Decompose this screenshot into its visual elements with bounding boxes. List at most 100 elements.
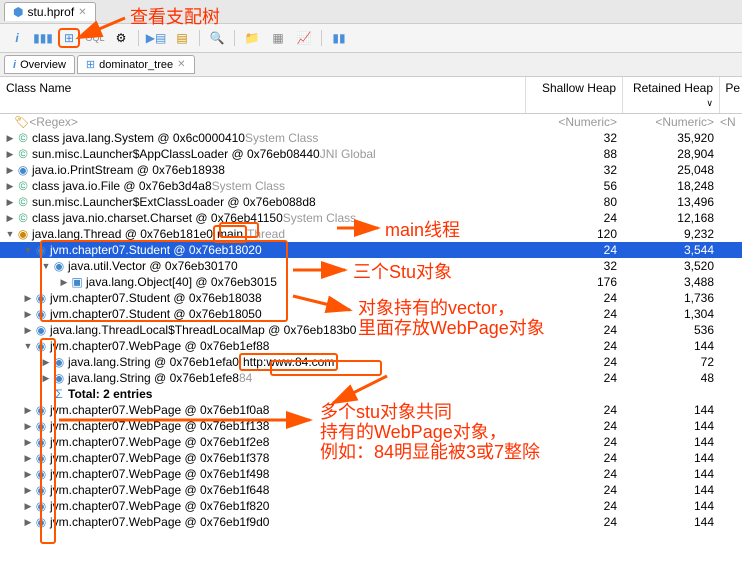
retained-value: 48	[623, 371, 720, 385]
row-label: jvm.chapter07.Student @ 0x76eb18020	[50, 243, 262, 257]
separator	[199, 30, 200, 46]
expander-icon[interactable]: ▶	[22, 309, 34, 320]
expander-icon[interactable]: ▶	[22, 293, 34, 304]
expander-icon[interactable]: ▶	[22, 517, 34, 528]
expander-icon[interactable]: ▶	[4, 181, 16, 192]
row-label: jvm.chapter07.WebPage @ 0x76eb1f2e8	[50, 435, 269, 449]
expander-icon[interactable]: ▼	[22, 341, 34, 351]
table-row[interactable]: ▶◉java.lang.String @ 0x76eb1efe8 842448	[0, 370, 742, 386]
expander-icon[interactable]: ▶	[40, 373, 52, 384]
shallow-value: 24	[526, 483, 623, 497]
shallow-value: 32	[526, 131, 623, 145]
object-icon: ◉	[52, 355, 66, 369]
search-button[interactable]: 🔍	[206, 28, 228, 48]
table-row[interactable]: ▶◉jvm.chapter07.Student @ 0x76eb18038241…	[0, 290, 742, 306]
table-row[interactable]: ΣTotal: 2 entries	[0, 386, 742, 402]
expander-icon[interactable]: ▼	[40, 261, 52, 271]
object-icon: ◉	[34, 323, 48, 337]
object-icon: ◉	[34, 515, 48, 529]
shallow-value: 24	[526, 419, 623, 433]
expander-icon[interactable]: ▶	[4, 133, 16, 144]
folder-button[interactable]: 📁	[241, 28, 263, 48]
table-row[interactable]: ▶◉jvm.chapter07.WebPage @ 0x76eb1f378241…	[0, 450, 742, 466]
tab-dominator[interactable]: ⊞ dominator_tree ✕	[77, 55, 195, 74]
expander-icon[interactable]: ▶	[22, 501, 34, 512]
object-icon: Σ	[52, 387, 66, 401]
retained-value: 25,048	[623, 163, 720, 177]
chart-button[interactable]: 📈	[293, 28, 315, 48]
table-row[interactable]: ▶◉jvm.chapter07.WebPage @ 0x76eb1f138241…	[0, 418, 742, 434]
table-row[interactable]: ▶©class java.nio.charset.Charset @ 0x76e…	[0, 210, 742, 226]
table-row[interactable]: ▶©sun.misc.Launcher$ExtClassLoader @ 0x7…	[0, 194, 742, 210]
oql-button[interactable]: OQL	[84, 28, 106, 48]
close-icon[interactable]: ✕	[78, 7, 86, 18]
filter-button[interactable]: ▤	[171, 28, 193, 48]
shallow-value: 88	[526, 147, 623, 161]
expander-icon[interactable]: ▼	[22, 245, 34, 255]
expander-icon[interactable]: ▶	[4, 149, 16, 160]
close-icon[interactable]: ✕	[177, 59, 185, 70]
expander-icon[interactable]: ▶	[4, 197, 16, 208]
table-row[interactable]: ▶◉java.lang.ThreadLocal$ThreadLocalMap @…	[0, 322, 742, 338]
table-row[interactable]: ▶◉jvm.chapter07.Student @ 0x76eb18050241…	[0, 306, 742, 322]
table-row[interactable]: ▼◉java.lang.Thread @ 0x76eb181e0 main Th…	[0, 226, 742, 242]
shallow-value: 80	[526, 195, 623, 209]
calc-button[interactable]: ▦	[267, 28, 289, 48]
table-body[interactable]: 🏷 <Regex> <Numeric> <Numeric> <N ▶©class…	[0, 114, 742, 570]
table-row[interactable]: ▶©class java.io.File @ 0x76eb3d4a8 Syste…	[0, 178, 742, 194]
shallow-value: 24	[526, 291, 623, 305]
regex-row[interactable]: 🏷 <Regex> <Numeric> <Numeric> <N	[0, 114, 742, 130]
expander-icon[interactable]: ▼	[4, 229, 16, 239]
expander-icon[interactable]: ▶	[22, 405, 34, 416]
run-button[interactable]: ▶▤	[145, 28, 167, 48]
expander-icon[interactable]: ▶	[22, 453, 34, 464]
dominator-tree-button[interactable]: ⊞	[58, 28, 80, 48]
retained-value: 3,544	[623, 243, 720, 257]
shallow-value: 24	[526, 371, 623, 385]
object-icon: ◉	[16, 227, 30, 241]
file-tab[interactable]: ⬢ stu.hprof ✕	[4, 2, 96, 21]
table-row[interactable]: ▶◉java.lang.String @ 0x76eb1efa0 http:ww…	[0, 354, 742, 370]
col-pe[interactable]: Pe	[720, 77, 742, 113]
col-classname[interactable]: Class Name	[0, 77, 526, 113]
object-icon: ◉	[34, 435, 48, 449]
row-label: class java.nio.charset.Charset @ 0x76eb4…	[32, 211, 283, 225]
table-row[interactable]: ▶©sun.misc.Launcher$AppClassLoader @ 0x7…	[0, 146, 742, 162]
retained-value: 144	[623, 499, 720, 513]
table-row[interactable]: ▶◉jvm.chapter07.WebPage @ 0x76eb1f0a8241…	[0, 402, 742, 418]
expander-icon[interactable]: ▶	[4, 165, 16, 176]
expander-icon[interactable]: ▶	[4, 213, 16, 224]
shallow-value: 24	[526, 323, 623, 337]
row-label: jvm.chapter07.WebPage @ 0x76eb1f0a8	[50, 403, 269, 417]
table-row[interactable]: ▶◉jvm.chapter07.WebPage @ 0x76eb1f498241…	[0, 466, 742, 482]
expander-icon[interactable]: ▶	[22, 421, 34, 432]
histogram-button[interactable]: ▮▮▮	[32, 28, 54, 48]
info-button[interactable]: i	[6, 28, 28, 48]
table-row[interactable]: ▶◉jvm.chapter07.WebPage @ 0x76eb1f820241…	[0, 498, 742, 514]
expander-icon[interactable]: ▶	[22, 437, 34, 448]
shallow-value: 24	[526, 467, 623, 481]
row-label: java.lang.ThreadLocal$ThreadLocalMap @ 0…	[50, 323, 356, 337]
gear-button[interactable]: ⚙	[110, 28, 132, 48]
table-row[interactable]: ▶◉jvm.chapter07.WebPage @ 0x76eb1f648241…	[0, 482, 742, 498]
bars-button[interactable]: ▮▮	[328, 28, 350, 48]
expander-icon[interactable]: ▶	[58, 277, 70, 288]
row-label: jvm.chapter07.WebPage @ 0x76eb1f820	[50, 499, 269, 513]
info-icon: i	[13, 59, 16, 71]
expander-icon[interactable]: ▶	[22, 469, 34, 480]
col-shallow[interactable]: Shallow Heap	[526, 77, 623, 113]
col-retained[interactable]: Retained Heap ∨	[623, 77, 720, 113]
expander-icon[interactable]: ▶	[22, 485, 34, 496]
table-row[interactable]: ▶©class java.lang.System @ 0x6c0000410 S…	[0, 130, 742, 146]
expander-icon[interactable]: ▶	[40, 357, 52, 368]
table-row[interactable]: ▶◉jvm.chapter07.WebPage @ 0x76eb1f2e8241…	[0, 434, 742, 450]
table-row[interactable]: ▼◉jvm.chapter07.WebPage @ 0x76eb1ef88241…	[0, 338, 742, 354]
table-row[interactable]: ▼◉jvm.chapter07.Student @ 0x76eb18020243…	[0, 242, 742, 258]
table-row[interactable]: ▶◉java.io.PrintStream @ 0x76eb189383225,…	[0, 162, 742, 178]
table-row[interactable]: ▼◉java.util.Vector @ 0x76eb30170323,520	[0, 258, 742, 274]
tab-overview[interactable]: i Overview	[4, 55, 75, 74]
table-row[interactable]: ▶◉jvm.chapter07.WebPage @ 0x76eb1f9d0241…	[0, 514, 742, 530]
table-row[interactable]: ▶▣java.lang.Object[40] @ 0x76eb30151763,…	[0, 274, 742, 290]
retained-value: 35,920	[623, 131, 720, 145]
expander-icon[interactable]: ▶	[22, 325, 34, 336]
